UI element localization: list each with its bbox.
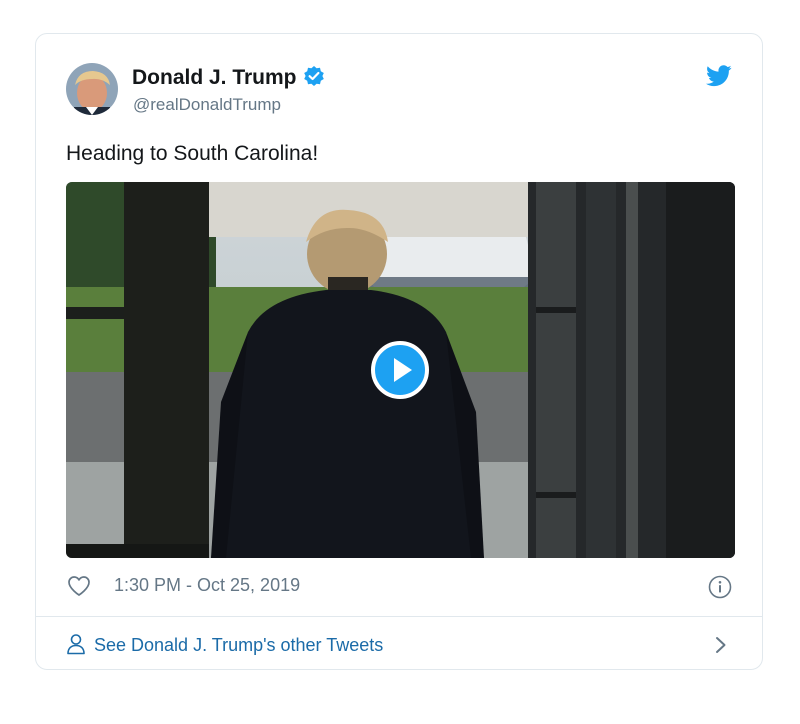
tweet-card: Donald J. Trump @realDonaldTrump Heading…	[35, 33, 763, 670]
person-icon	[66, 633, 86, 660]
tweet-text: Heading to South Carolina!	[66, 142, 319, 165]
author-handle[interactable]: @realDonaldTrump	[133, 95, 281, 115]
heart-icon[interactable]	[67, 575, 91, 602]
verified-badge-icon	[303, 65, 325, 93]
avatar[interactable]	[66, 63, 118, 115]
play-icon[interactable]	[371, 341, 429, 399]
chevron-right-icon[interactable]	[714, 635, 728, 660]
other-tweets-link[interactable]: See Donald J. Trump's other Tweets	[66, 633, 383, 660]
info-icon[interactable]	[708, 575, 732, 604]
author-name-text: Donald J. Trump	[132, 66, 297, 89]
tweet-timestamp[interactable]: 1:30 PM - Oct 25, 2019	[114, 575, 300, 596]
footer-divider	[36, 616, 762, 617]
video-player[interactable]	[66, 182, 735, 558]
other-tweets-label: See Donald J. Trump's other Tweets	[94, 635, 384, 655]
twitter-bird-icon[interactable]	[706, 65, 732, 92]
author-name[interactable]: Donald J. Trump	[132, 65, 325, 93]
